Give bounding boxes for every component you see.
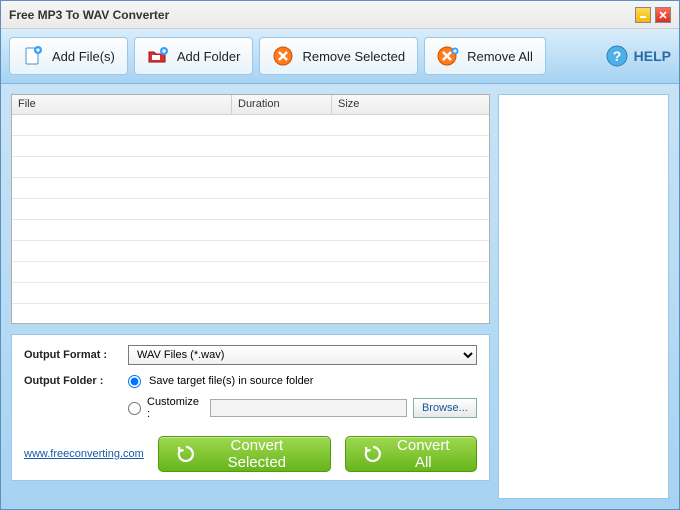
website-link[interactable]: www.freeconverting.com [24,448,144,460]
col-size[interactable]: Size [332,95,489,114]
remove-icon [272,45,294,67]
table-row [12,199,489,220]
refresh-icon [177,445,194,463]
output-format-select[interactable]: WAV Files (*.wav) [128,345,477,365]
file-table[interactable]: File Duration Size [11,94,490,324]
help-button[interactable]: ? HELP [606,45,671,67]
output-folder-label: Output Folder : [24,375,120,387]
svg-text:?: ? [612,48,621,64]
remove-selected-label: Remove Selected [302,49,405,64]
remove-all-icon [437,45,459,67]
toolbar: Add File(s) Add Folder Remove Selected R… [1,29,679,84]
minimize-button[interactable] [635,7,651,23]
col-duration[interactable]: Duration [232,95,332,114]
table-body[interactable] [12,115,489,323]
convert-all-button[interactable]: Convert All [345,436,477,472]
add-folder-label: Add Folder [177,49,241,64]
table-row [12,136,489,157]
browse-button[interactable]: Browse... [413,398,477,418]
remove-all-button[interactable]: Remove All [424,37,546,75]
customize-path-input[interactable] [210,399,407,417]
app-window: Free MP3 To WAV Converter Add File(s) Ad… [0,0,680,510]
convert-selected-button[interactable]: Convert Selected [158,436,331,472]
table-row [12,115,489,136]
help-label: HELP [634,48,671,64]
right-panel [498,94,669,499]
radio-customize[interactable] [128,402,141,415]
table-row [12,262,489,283]
table-row [12,283,489,304]
convert-all-label: Convert All [389,437,458,471]
table-row [12,157,489,178]
output-folder-row: Output Folder : Save target file(s) in s… [24,375,477,388]
radio-source-folder[interactable] [128,375,141,388]
convert-selected-label: Convert Selected [202,437,312,471]
output-format-row: Output Format : WAV Files (*.wav) [24,345,477,365]
help-icon: ? [606,45,628,67]
refresh-icon [364,445,381,463]
add-folder-button[interactable]: Add Folder [134,37,254,75]
titlebar: Free MP3 To WAV Converter [1,1,679,29]
radio-source-label[interactable]: Save target file(s) in source folder [149,375,313,387]
col-file[interactable]: File [12,95,232,114]
add-files-label: Add File(s) [52,49,115,64]
close-icon [659,11,667,19]
table-header: File Duration Size [12,95,489,115]
customize-row: Customize : Browse... [128,396,477,420]
left-column: File Duration Size O [11,94,490,499]
folder-plus-icon [147,45,169,67]
body-area: File Duration Size O [1,84,679,509]
table-row [12,220,489,241]
add-files-button[interactable]: Add File(s) [9,37,128,75]
minimize-icon [639,11,647,19]
table-row [12,241,489,262]
output-folder-group: Output Folder : Save target file(s) in s… [24,375,477,420]
remove-selected-button[interactable]: Remove Selected [259,37,418,75]
file-plus-icon [22,45,44,67]
output-format-label: Output Format : [24,349,120,361]
window-title: Free MP3 To WAV Converter [9,8,169,22]
convert-row: www.freeconverting.com Convert Selected … [24,436,477,472]
radio-customize-label[interactable]: Customize : [147,396,204,420]
close-button[interactable] [655,7,671,23]
output-panel: Output Format : WAV Files (*.wav) Output… [11,334,490,481]
remove-all-label: Remove All [467,49,533,64]
table-row [12,178,489,199]
